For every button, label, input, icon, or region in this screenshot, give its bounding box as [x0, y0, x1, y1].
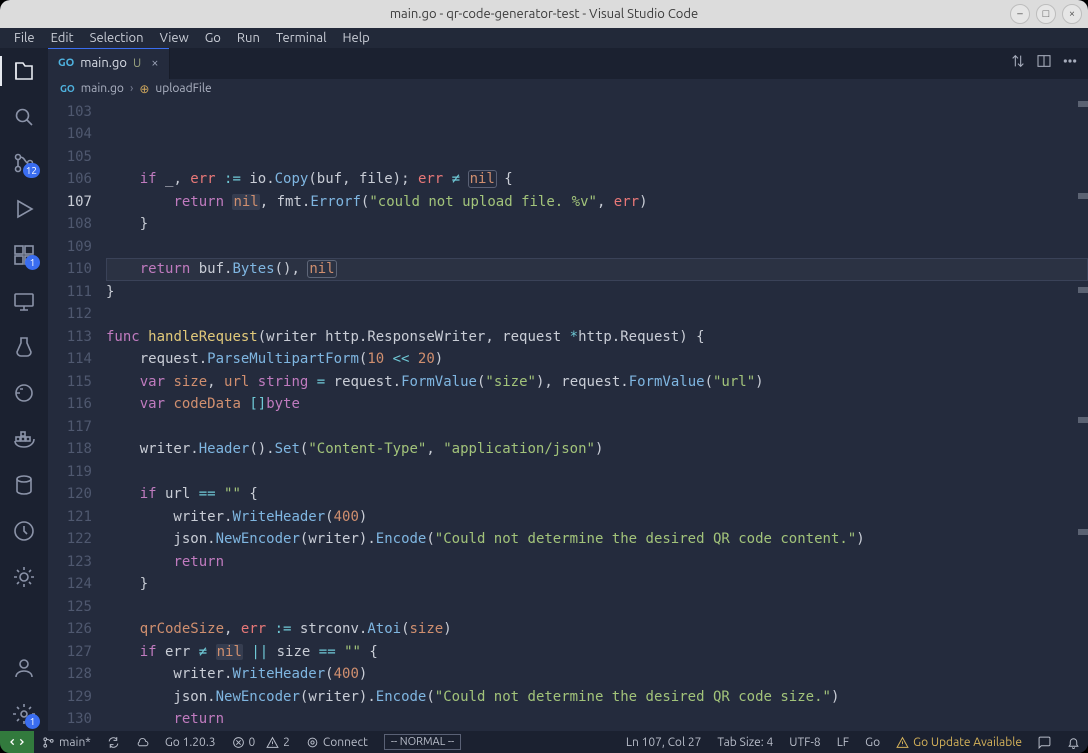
copilot-icon[interactable]	[0, 560, 48, 594]
docker-icon[interactable]	[0, 422, 48, 456]
breadcrumb-file[interactable]: main.go	[81, 82, 124, 95]
language-mode-status[interactable]: Go	[857, 731, 888, 753]
titlebar: main.go - qr-code-generator-test - Visua…	[0, 0, 1088, 28]
code-line[interactable]: request.ParseMultipartForm(10 << 20)	[106, 348, 1088, 371]
code-area[interactable]: if _, err := io.Copy(buf, file); err ≠ n…	[106, 99, 1088, 731]
code-line[interactable]	[106, 303, 1088, 326]
code-line[interactable]: return buf.Bytes(), nil	[106, 258, 1088, 281]
tab-close-icon[interactable]: ×	[151, 56, 158, 70]
settings-badge: 1	[25, 714, 40, 729]
compare-changes-icon[interactable]	[1010, 53, 1026, 73]
menu-file[interactable]: File	[6, 29, 43, 47]
code-line[interactable]: writer.WriteHeader(400)	[106, 506, 1088, 529]
code-line[interactable]	[106, 461, 1088, 484]
run-debug-icon[interactable]	[0, 192, 48, 226]
window-title: main.go - qr-code-generator-test - Visua…	[390, 7, 698, 21]
tab-main-go[interactable]: GO main.go U ×	[48, 48, 170, 79]
notifications-icon[interactable]	[1059, 731, 1088, 753]
code-line[interactable]: json.NewEncoder(writer).Encode("Could no…	[106, 686, 1088, 709]
remote-indicator[interactable]	[0, 731, 34, 753]
extensions-icon[interactable]: 1	[0, 238, 48, 272]
editor-actions	[1010, 48, 1088, 79]
window-controls: – □ ×	[1010, 4, 1082, 24]
code-line[interactable]: return nil, fmt.Errorf("could not upload…	[106, 191, 1088, 214]
cursor-position-status[interactable]: Ln 107, Col 27	[618, 731, 710, 753]
feedback-icon[interactable]	[1030, 731, 1059, 753]
editor-tabs: GO main.go U ×	[48, 48, 1088, 79]
code-line[interactable]: if err ≠ nil || size == "" {	[106, 641, 1088, 664]
eol-status[interactable]: LF	[829, 731, 857, 753]
vim-mode-status[interactable]: -- NORMAL --	[376, 731, 469, 753]
menu-terminal[interactable]: Terminal	[268, 29, 335, 47]
remote-explorer-icon[interactable]	[0, 284, 48, 318]
git-branch-status[interactable]: main*	[34, 731, 99, 753]
function-icon: ⊕	[139, 82, 149, 96]
modified-indicator: U	[133, 57, 141, 70]
menu-selection[interactable]: Selection	[82, 29, 152, 47]
go-version-status[interactable]: Go 1.20.3	[157, 731, 224, 753]
code-line[interactable]: }	[106, 573, 1088, 596]
breadcrumbs[interactable]: GO main.go › ⊕ uploadFile	[48, 79, 1088, 99]
settings-gear-icon[interactable]: 1	[0, 697, 48, 731]
code-line[interactable]: if url == "" {	[106, 483, 1088, 506]
code-line[interactable]: var size, url string = request.FormValue…	[106, 371, 1088, 394]
chevron-right-icon: ›	[130, 82, 133, 95]
database-icon[interactable]	[0, 468, 48, 502]
go-update-status[interactable]: Go Update Available	[888, 731, 1030, 753]
menu-help[interactable]: Help	[334, 29, 377, 47]
more-actions-icon[interactable]	[1062, 53, 1078, 73]
timeline-icon[interactable]	[0, 514, 48, 548]
testing-icon[interactable]	[0, 330, 48, 364]
activity-bar: 12 1 1	[0, 48, 48, 731]
ports-status[interactable]: Connect	[298, 731, 376, 753]
accounts-icon[interactable]	[0, 651, 48, 685]
cloud-status[interactable]	[128, 731, 157, 753]
tab-label: main.go	[80, 56, 127, 70]
go-file-icon: GO	[60, 83, 75, 94]
go-file-icon: GO	[58, 57, 74, 69]
code-line[interactable]	[106, 236, 1088, 259]
problems-status[interactable]: 0 2	[224, 731, 298, 753]
indentation-status[interactable]: Tab Size: 4	[709, 731, 781, 753]
code-line[interactable]	[106, 416, 1088, 439]
menu-go[interactable]: Go	[197, 29, 229, 47]
split-editor-icon[interactable]	[1036, 53, 1052, 73]
code-line[interactable]: var codeData []byte	[106, 393, 1088, 416]
encoding-status[interactable]: UTF-8	[781, 731, 828, 753]
go-extension-icon[interactable]	[0, 376, 48, 410]
code-editor[interactable]: 1031041051061071081091101111121131141151…	[48, 99, 1088, 731]
search-icon[interactable]	[0, 100, 48, 134]
line-number-gutter: 1031041051061071081091101111121131141151…	[48, 99, 106, 731]
breadcrumb-symbol[interactable]: uploadFile	[155, 82, 211, 95]
ext-badge: 1	[25, 255, 40, 270]
app-shell: main.go - qr-code-generator-test - Visua…	[0, 0, 1088, 753]
menu-view[interactable]: View	[152, 29, 197, 47]
maximize-button[interactable]: □	[1036, 4, 1056, 24]
menu-run[interactable]: Run	[229, 29, 268, 47]
explorer-icon[interactable]	[0, 54, 48, 88]
code-line[interactable]	[106, 596, 1088, 619]
scm-badge: 12	[23, 163, 40, 178]
source-control-icon[interactable]: 12	[0, 146, 48, 180]
menu-edit[interactable]: Edit	[43, 29, 82, 47]
code-line[interactable]: return	[106, 708, 1088, 731]
code-line[interactable]: }	[106, 281, 1088, 304]
minimize-button[interactable]: –	[1010, 4, 1030, 24]
code-line[interactable]: func handleRequest(writer http.ResponseW…	[106, 326, 1088, 349]
code-line[interactable]: writer.WriteHeader(400)	[106, 663, 1088, 686]
close-button[interactable]: ×	[1062, 4, 1082, 24]
code-line[interactable]: writer.Header().Set("Content-Type", "app…	[106, 438, 1088, 461]
status-bar: main* Go 1.20.3 0 2 Connect -- NORMAL --…	[0, 731, 1088, 753]
code-line[interactable]: json.NewEncoder(writer).Encode("Could no…	[106, 528, 1088, 551]
code-line[interactable]: qrCodeSize, err := strconv.Atoi(size)	[106, 618, 1088, 641]
code-line[interactable]: if _, err := io.Copy(buf, file); err ≠ n…	[106, 168, 1088, 191]
code-line[interactable]: }	[106, 213, 1088, 236]
git-sync-status[interactable]	[99, 731, 128, 753]
code-line[interactable]: return	[106, 551, 1088, 574]
menubar: File Edit Selection View Go Run Terminal…	[0, 28, 1088, 48]
